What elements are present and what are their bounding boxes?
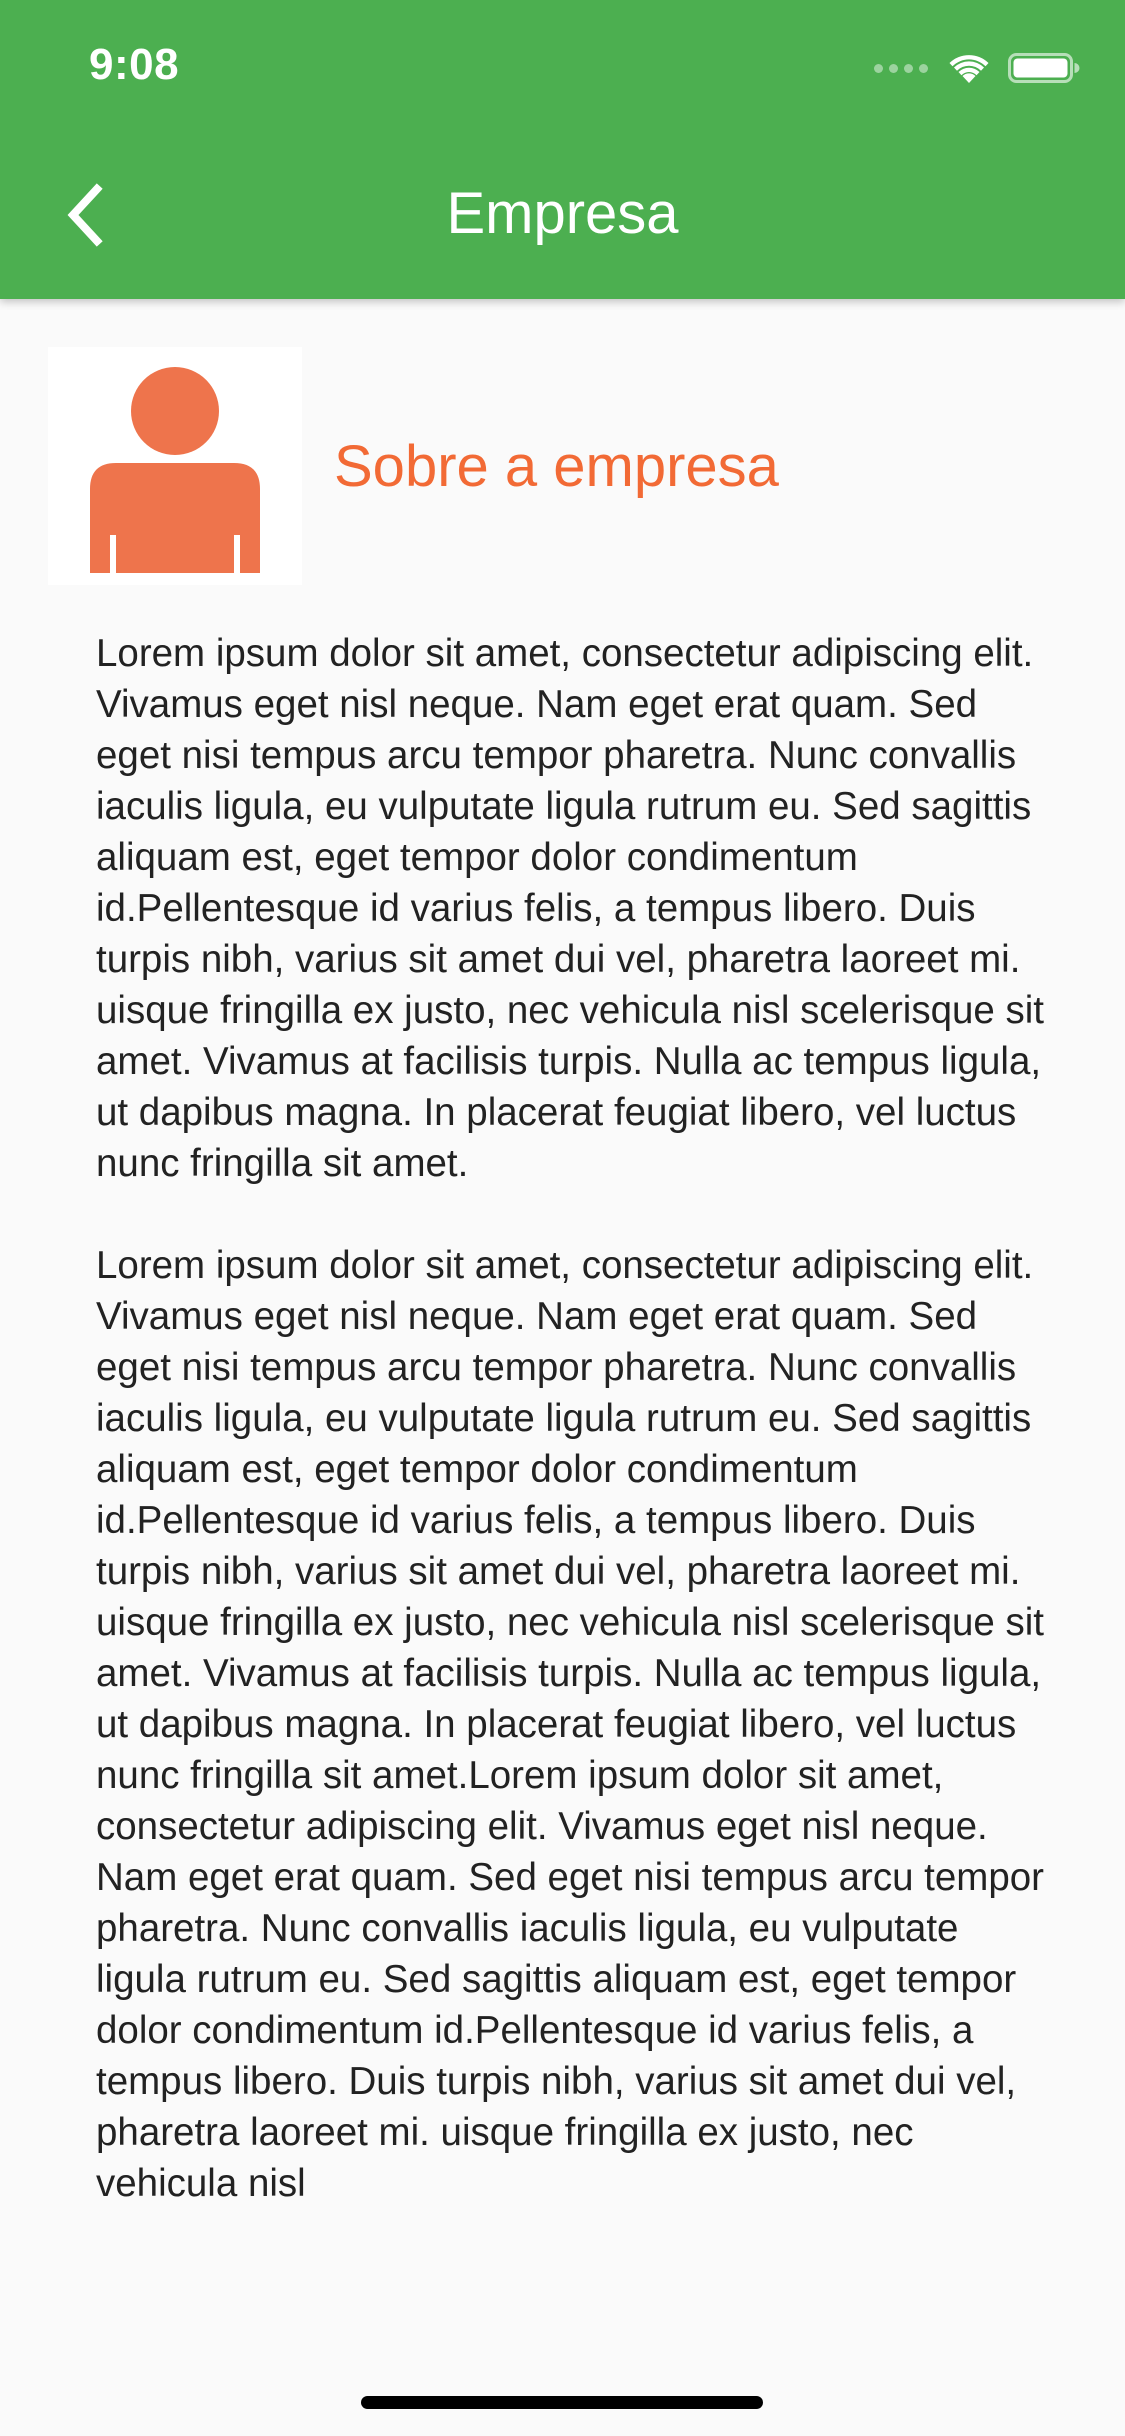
avatar [48, 347, 302, 585]
status-indicators [874, 48, 1080, 88]
description-paragraph: Lorem ipsum dolor sit amet, consectetur … [96, 632, 1045, 1185]
description-paragraph: Lorem ipsum dolor sit amet, consectetur … [96, 1244, 1045, 2205]
cellular-signal-icon [874, 63, 928, 73]
wifi-icon [949, 55, 989, 83]
app-bar: 9:08 Empresa [0, 0, 1125, 299]
company-description: Lorem ipsum dolor sit amet, consectetur … [96, 628, 1056, 2260]
battery-icon [1008, 53, 1080, 83]
status-time: 9:08 [89, 40, 180, 89]
company-header: Sobre a empresa [48, 347, 779, 585]
home-indicator[interactable] [361, 2396, 763, 2409]
page-title: Empresa [446, 181, 679, 246]
section-title: Sobre a empresa [334, 433, 779, 499]
person-icon [90, 367, 260, 573]
